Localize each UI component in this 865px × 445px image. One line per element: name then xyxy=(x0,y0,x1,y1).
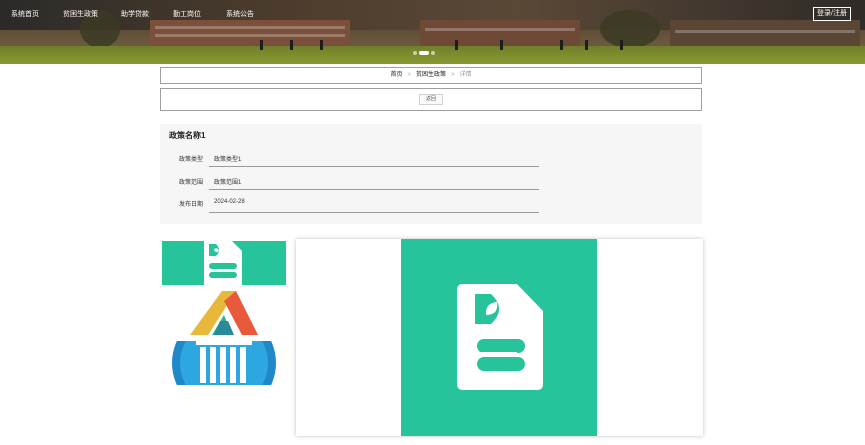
policy-title: 政策名称1 xyxy=(169,131,206,140)
top-nav: 系统首页 贫困生政策 助学贷款 勤工岗位 系统公告 登录/注册 xyxy=(0,0,865,28)
breadcrumb-policy[interactable]: 贫困生政策 xyxy=(416,72,446,78)
nav-item-home[interactable]: 系统首页 xyxy=(11,9,39,19)
thumbnail-triangle-logo[interactable] xyxy=(162,291,286,335)
thumbnail-document[interactable] xyxy=(162,241,286,285)
breadcrumb-detail: 详情 xyxy=(459,72,472,78)
document-leaf-icon xyxy=(204,241,242,285)
columns-logo-icon xyxy=(172,341,276,385)
field-label-date: 发布日期 xyxy=(179,202,204,208)
breadcrumb: 首页 > 贫困生政策 > 详情 xyxy=(160,67,702,84)
breadcrumb-home[interactable]: 首页 xyxy=(390,72,402,78)
building-windows xyxy=(155,34,345,37)
field-value-type: 政策类型1 xyxy=(214,157,242,163)
banner-person xyxy=(500,40,503,50)
document-leaf-icon xyxy=(457,284,543,390)
banner-person xyxy=(620,40,623,50)
field-value-date: 2024-02-28 xyxy=(214,199,245,205)
back-bar: 返回 xyxy=(160,88,702,111)
triangle-logo-icon xyxy=(190,291,258,335)
carousel-dot-active[interactable] xyxy=(419,51,429,55)
field-underline xyxy=(209,189,539,190)
back-button[interactable]: 返回 xyxy=(419,94,443,105)
nav-item-loan[interactable]: 助学贷款 xyxy=(121,9,149,19)
building-windows xyxy=(425,28,575,31)
thumbnail-list xyxy=(160,239,288,389)
breadcrumb-separator: > xyxy=(407,72,411,78)
main-image-viewer[interactable] xyxy=(296,239,703,436)
policy-detail-panel: 政策名称1 政策类型 政策类型1 政策范围 政策范围1 发布日期 2024-02… xyxy=(160,124,702,224)
field-label-type: 政策类型 xyxy=(179,157,204,163)
breadcrumb-separator: > xyxy=(451,72,455,78)
field-value-scope: 政策范围1 xyxy=(214,180,242,186)
field-underline xyxy=(209,166,539,167)
field-underline xyxy=(209,212,539,213)
header-banner: 系统首页 贫困生政策 助学贷款 勤工岗位 系统公告 登录/注册 xyxy=(0,0,865,64)
banner-person xyxy=(560,40,563,50)
carousel-dot[interactable] xyxy=(431,51,435,55)
carousel-indicators xyxy=(413,50,453,56)
banner-person xyxy=(455,40,458,50)
thumbnail-columns-logo[interactable] xyxy=(162,341,286,385)
banner-person xyxy=(260,40,263,50)
banner-person xyxy=(585,40,588,50)
carousel-dot[interactable] xyxy=(413,51,417,55)
nav-item-announcement[interactable]: 系统公告 xyxy=(226,9,254,19)
nav-item-workstudy[interactable]: 勤工岗位 xyxy=(173,9,201,19)
main-image xyxy=(401,239,597,436)
field-label-scope: 政策范围 xyxy=(179,180,204,186)
banner-person xyxy=(290,40,293,50)
login-register-button[interactable]: 登录/注册 xyxy=(813,7,851,21)
building-windows xyxy=(675,30,855,33)
nav-item-policy[interactable]: 贫困生政策 xyxy=(63,9,98,19)
banner-person xyxy=(320,40,323,50)
